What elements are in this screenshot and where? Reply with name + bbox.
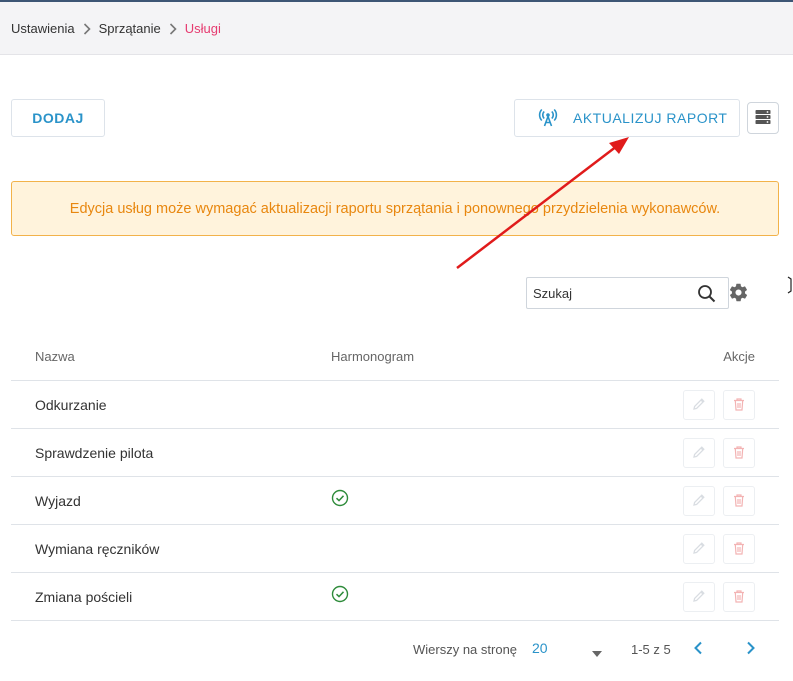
antenna-icon <box>537 107 559 129</box>
pencil-icon <box>691 444 707 463</box>
row-name: Zmiana pościeli <box>35 589 133 605</box>
table-header: Nazwa Harmonogram Akcje <box>11 333 779 381</box>
chevron-right-icon <box>161 21 185 36</box>
breadcrumb-item-sprzatanie[interactable]: Sprzątanie <box>99 21 161 36</box>
breadcrumb-item-ustawienia[interactable]: Ustawienia <box>11 21 75 36</box>
trash-icon <box>731 588 747 607</box>
column-header-schedule[interactable]: Harmonogram <box>331 349 414 364</box>
edit-button[interactable] <box>683 438 715 468</box>
server-button[interactable] <box>747 102 779 134</box>
search-icon[interactable] <box>697 284 716 308</box>
pencil-icon <box>691 396 707 415</box>
table-row[interactable]: Zmiana pościeli <box>11 573 779 621</box>
row-name: Wyjazd <box>35 493 81 509</box>
check-circle-icon <box>331 489 349 510</box>
chevron-right-icon[interactable] <box>746 641 756 658</box>
delete-button[interactable] <box>723 486 755 516</box>
update-report-button[interactable]: AKTUALIZUJ RAPORT <box>514 99 740 137</box>
breadcrumb: Ustawienia Sprzątanie Usługi <box>0 2 793 55</box>
warning-alert-text: Edycja usług może wymagać aktualizacji r… <box>69 200 721 217</box>
column-header-actions: Akcje <box>723 349 755 364</box>
table-row[interactable]: Sprawdzenie pilota <box>11 429 779 477</box>
chevron-right-icon <box>75 21 99 36</box>
row-name: Wymiana ręczników <box>35 541 160 557</box>
pencil-icon <box>691 492 707 511</box>
rows-per-page-label: Wierszy na stronę <box>413 642 518 657</box>
pagination-range: 1-5 z 5 <box>631 642 671 657</box>
delete-button[interactable] <box>723 582 755 612</box>
delete-button[interactable] <box>723 438 755 468</box>
services-table: Nazwa Harmonogram Akcje Odkurzanie Spraw… <box>11 333 779 621</box>
delete-button[interactable] <box>723 390 755 420</box>
edit-button[interactable] <box>683 486 715 516</box>
row-name: Odkurzanie <box>35 397 107 413</box>
caret-down-icon[interactable] <box>592 645 602 660</box>
pagination: Wierszy na stronę 20 1-5 z 5 <box>0 636 793 662</box>
trash-icon <box>731 492 747 511</box>
trash-icon <box>731 444 747 463</box>
server-icon <box>754 108 772 129</box>
search-input[interactable] <box>527 279 692 307</box>
edit-button[interactable] <box>683 534 715 564</box>
row-name: Sprawdzenie pilota <box>35 445 154 461</box>
update-report-label: AKTUALIZUJ RAPORT <box>573 110 728 126</box>
trash-icon <box>731 396 747 415</box>
column-header-name[interactable]: Nazwa <box>35 349 75 364</box>
add-button[interactable]: DODAJ <box>11 99 105 137</box>
check-circle-icon <box>331 585 349 606</box>
pencil-icon <box>691 588 707 607</box>
gear-icon[interactable] <box>728 282 749 308</box>
search-box <box>526 277 729 309</box>
table-row[interactable]: Wyjazd <box>11 477 779 525</box>
trash-icon <box>731 540 747 559</box>
text-cursor-icon <box>787 276 793 299</box>
chevron-left-icon[interactable] <box>693 641 703 658</box>
warning-alert: Edycja usług może wymagać aktualizacji r… <box>11 181 779 236</box>
pencil-icon <box>691 540 707 559</box>
table-row[interactable]: Wymiana ręczników <box>11 525 779 573</box>
edit-button[interactable] <box>683 390 715 420</box>
delete-button[interactable] <box>723 534 755 564</box>
breadcrumb-item-uslugi: Usługi <box>184 20 221 36</box>
edit-button[interactable] <box>683 582 715 612</box>
rows-per-page-select[interactable]: 20 <box>532 640 548 656</box>
table-row[interactable]: Odkurzanie <box>11 381 779 429</box>
